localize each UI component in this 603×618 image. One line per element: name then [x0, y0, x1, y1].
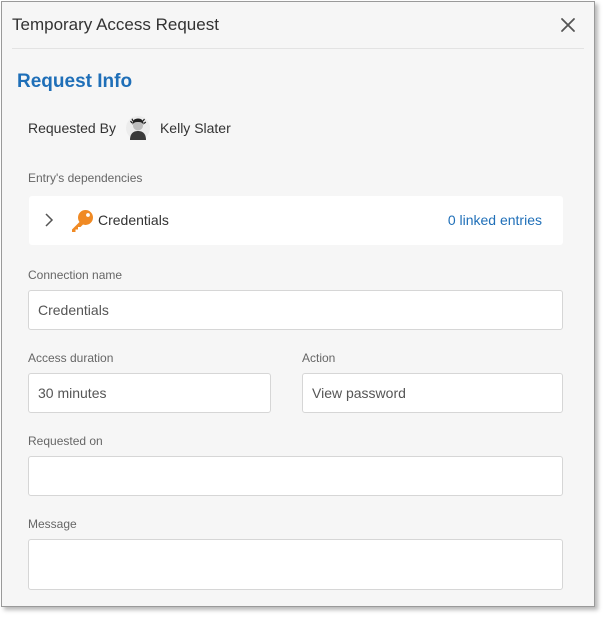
dependency-entry-name: Credentials [98, 212, 169, 228]
user-avatar [125, 116, 150, 140]
requested-by-row: Requested By Kelly Slater [28, 114, 231, 142]
requested-on-field[interactable] [28, 456, 563, 496]
connection-name-label: Connection name [28, 268, 123, 282]
temporary-access-request-dialog: Temporary Access Request Request Info Re… [1, 1, 595, 607]
chevron-right-icon [45, 213, 54, 227]
close-button[interactable] [559, 16, 577, 34]
action-field[interactable]: View password [302, 373, 563, 413]
message-label: Message [28, 517, 77, 531]
access-duration-field[interactable]: 30 minutes [28, 373, 271, 413]
requested-by-user: Kelly Slater [159, 120, 231, 136]
close-icon [561, 18, 575, 32]
requested-by-label: Requested By [28, 120, 116, 136]
section-title-request-info: Request Info [17, 71, 133, 92]
message-field[interactable] [28, 539, 563, 590]
requested-on-label: Requested on [28, 434, 103, 448]
dialog-titlebar: Temporary Access Request [2, 2, 594, 49]
key-icon [72, 210, 93, 232]
title-divider [12, 48, 584, 49]
action-label: Action [302, 351, 336, 365]
connection-name-field[interactable]: Credentials [28, 290, 563, 330]
dependencies-label: Entry's dependencies [28, 171, 143, 185]
dependency-card: Credentials 0 linked entries [29, 196, 563, 245]
linked-entries-link[interactable]: 0 linked entries [448, 212, 542, 228]
expand-button[interactable] [42, 212, 56, 228]
dialog-title: Temporary Access Request [12, 15, 219, 34]
access-duration-label: Access duration [28, 351, 114, 365]
